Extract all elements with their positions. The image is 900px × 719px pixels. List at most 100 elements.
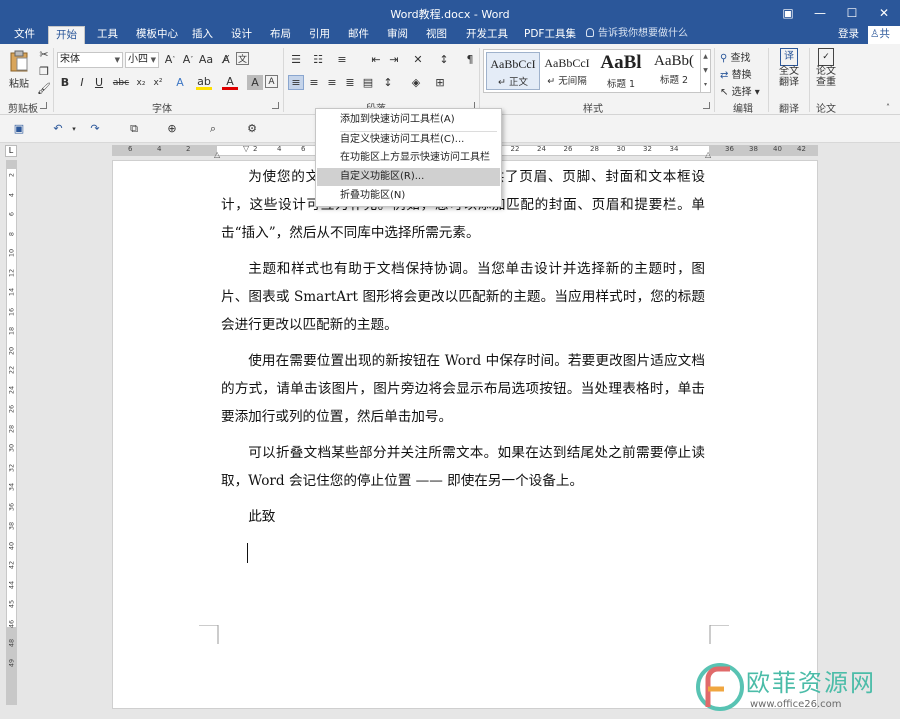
change-case-icon[interactable]: Aa — [198, 52, 214, 67]
collapse-ribbon-icon[interactable]: ˄ — [880, 100, 896, 115]
strikethrough-icon[interactable]: abc — [113, 75, 129, 90]
shrink-font-icon[interactable]: A ˅ — [180, 52, 196, 67]
align-right-icon[interactable]: ≡ — [324, 75, 340, 90]
print-preview-icon[interactable]: ⌕ — [205, 121, 221, 136]
find-button[interactable]: ⚲ 查找 — [720, 49, 751, 64]
superscript-icon[interactable]: x² — [150, 75, 166, 90]
tab-references[interactable]: 引用 — [307, 26, 332, 44]
save-icon[interactable]: ▣ — [11, 121, 27, 136]
phonetic-guide-icon[interactable]: 文 — [236, 52, 249, 65]
char-border-icon[interactable]: A — [265, 75, 278, 88]
login-link[interactable]: 登录 — [838, 26, 859, 44]
style-heading-2[interactable]: AaBb(标题 2 — [648, 52, 700, 90]
bullets-icon[interactable]: ☰ — [288, 52, 304, 67]
web-layout-icon[interactable]: ⊕ — [164, 121, 180, 136]
tab-insert[interactable]: 插入 — [190, 26, 215, 44]
tab-file[interactable]: 文件 — [12, 26, 37, 44]
format-painter-icon[interactable]: 🖌 — [36, 81, 52, 96]
full-translate-button[interactable]: 译 全文 翻译 — [774, 48, 804, 88]
distributed-icon[interactable]: ▤ — [360, 75, 376, 90]
maximize-icon[interactable]: ☐ — [836, 0, 868, 26]
tab-home[interactable]: 开始 — [48, 26, 85, 45]
left-indent-marker-icon[interactable]: △ — [214, 150, 220, 159]
numbering-icon[interactable]: ☷ — [310, 52, 326, 67]
menu-item-customize-qat[interactable]: 自定义快速访问工具栏(C)... — [317, 131, 500, 149]
tab-layout[interactable]: 布局 — [268, 26, 293, 44]
paragraph[interactable]: 主题和样式也有助于文档保持协调。当您单击设计并选择新的主题时，图片、图表或 Sm… — [221, 255, 705, 339]
vertical-ruler[interactable]: 2 4 6 8 10 12 14 16 18 20 22 24 26 28 30 32 34 36 38 40 42 44… — [6, 160, 17, 705]
increase-indent-icon[interactable]: ⇥ — [386, 52, 402, 67]
select-button[interactable]: ↖ 选择 ▾ — [720, 83, 760, 98]
two-pages-icon[interactable]: ⧉ — [126, 121, 142, 136]
subscript-icon[interactable]: x₂ — [133, 75, 149, 90]
align-left-icon[interactable]: ≡ — [288, 75, 304, 90]
document-body[interactable]: 为使您的文档具有专业外观，Word 提供了页眉、页脚、封面和文本框设计，这些设计… — [221, 163, 705, 539]
replace-button[interactable]: ⇄ 替换 — [720, 66, 752, 81]
menu-item-customize-ribbon[interactable]: 自定义功能区(R)... — [317, 168, 500, 186]
ribbon-display-options-icon[interactable]: ▣ — [772, 0, 804, 26]
undo-icon[interactable]: ↶ — [50, 121, 66, 136]
font-name-select[interactable]: 宋体 ▼ — [57, 52, 123, 68]
tab-template-center[interactable]: 模板中心 — [134, 26, 180, 44]
menu-item-show-qat-above[interactable]: 在功能区上方显示快速访问工具栏(S) — [317, 149, 500, 181]
borders-icon[interactable]: ⊞ — [432, 75, 448, 90]
style-normal[interactable]: AaBbCcI ↵ 正文 — [486, 52, 540, 90]
minimize-icon[interactable]: — — [804, 0, 836, 26]
font-size-select[interactable]: 小四 ▼ — [125, 52, 159, 68]
tell-me-search[interactable]: 告诉我你想要做什么 — [586, 26, 688, 44]
paragraph[interactable]: 此致 — [221, 503, 705, 531]
multilevel-list-icon[interactable]: ≡ — [334, 52, 350, 67]
close-icon[interactable]: ✕ — [868, 0, 900, 26]
paragraph[interactable]: 使用在需要位置出现的新按钮在 Word 中保存时间。若要更改图片适应文档的方式，… — [221, 347, 705, 431]
tab-developer[interactable]: 开发工具 — [464, 26, 510, 44]
tab-view[interactable]: 视图 — [424, 26, 449, 44]
paragraph[interactable]: 可以折叠文档某些部分并关注所需文本。如果在达到结尾处之前需要停止读取，Word … — [221, 439, 705, 495]
chevron-down-icon[interactable]: ▼ — [703, 67, 708, 74]
clear-format-icon[interactable]: A̸ — [218, 52, 234, 67]
tab-tools[interactable]: 工具 — [95, 26, 120, 44]
menu-item-collapse-ribbon[interactable]: 折叠功能区(N) — [317, 187, 500, 205]
chinese-layout-icon[interactable]: ✕ — [410, 52, 426, 67]
tab-mailings[interactable]: 邮件 — [346, 26, 371, 44]
tab-pdf-tools[interactable]: PDF工具集 — [522, 26, 578, 44]
style-heading-1[interactable]: AaBl 标题 1 — [594, 52, 648, 90]
align-center-icon[interactable]: ≡ — [306, 75, 322, 90]
shading-icon[interactable]: ◈ — [408, 75, 424, 90]
decrease-indent-icon[interactable]: ⇤ — [368, 52, 384, 67]
paper-check-button[interactable]: ✓ 论文 查重 — [812, 48, 840, 88]
char-shading-icon[interactable]: A — [247, 75, 263, 90]
gallery-more-icon[interactable]: ▾ — [704, 81, 707, 88]
styles-launcher-icon[interactable] — [703, 102, 710, 109]
customize-icon[interactable]: ⚙ — [244, 121, 260, 136]
tab-selector-icon[interactable]: L — [5, 145, 17, 157]
style-no-spacing[interactable]: AaBbCcI ↵ 无间隔 — [540, 52, 594, 90]
menu-item-add-to-qat[interactable]: 添加到快速访问工具栏(A) — [317, 111, 500, 129]
gallery-scroll[interactable]: ▲ ▼ ▾ — [700, 50, 710, 92]
document-page[interactable]: 为使您的文档具有专业外观，Word 提供了页眉、页脚、封面和文本框设计，这些设计… — [112, 160, 818, 709]
chevron-down-icon[interactable]: ▾ — [66, 121, 82, 136]
bold-icon[interactable]: B — [57, 75, 73, 90]
copy-icon[interactable]: ❐ — [36, 64, 52, 79]
show-marks-icon[interactable]: ¶ — [462, 52, 478, 67]
italic-icon[interactable]: I — [74, 75, 90, 90]
indent-marker-icon[interactable]: ▽ — [243, 144, 249, 153]
share-button[interactable]: ♙共享 — [868, 26, 900, 56]
highlight-icon[interactable]: ab — [196, 75, 212, 90]
font-color-icon[interactable]: A — [222, 75, 238, 90]
chevron-up-icon[interactable]: ▲ — [703, 53, 708, 60]
tab-review[interactable]: 审阅 — [385, 26, 410, 44]
line-spacing-icon[interactable]: ↕ — [380, 75, 396, 90]
right-indent-marker-icon[interactable]: △ — [705, 150, 711, 159]
cut-icon[interactable]: ✂ — [36, 47, 52, 62]
redo-icon[interactable]: ↷ — [87, 121, 103, 136]
paste-button[interactable]: 粘贴 — [6, 48, 32, 94]
clipboard-launcher-icon[interactable] — [40, 102, 47, 109]
grow-font-icon[interactable]: A ˄ — [162, 52, 178, 67]
find-label: 查找 — [730, 53, 751, 64]
font-launcher-icon[interactable] — [272, 102, 279, 109]
tab-design[interactable]: 设计 — [229, 26, 254, 44]
underline-icon[interactable]: U — [91, 75, 107, 90]
justify-icon[interactable]: ≣ — [342, 75, 358, 90]
sort-icon[interactable]: ↕ — [436, 52, 452, 67]
text-effects-icon[interactable]: A — [172, 75, 188, 90]
